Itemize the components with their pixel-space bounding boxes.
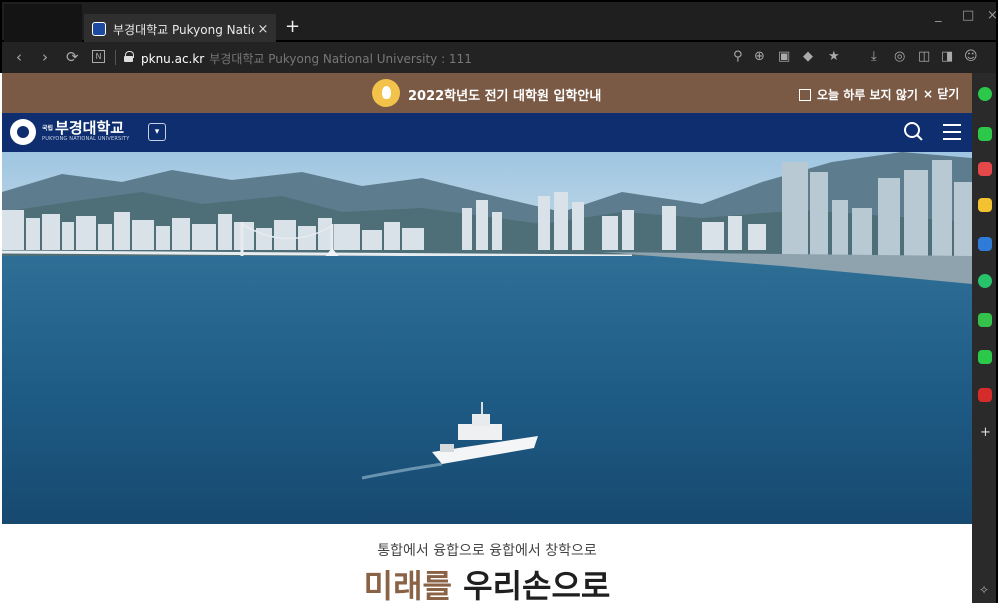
hamburger-menu-icon[interactable] [943,124,961,140]
tab-strip-dark-area [4,4,82,42]
site-dropdown-button[interactable]: ▾ [148,123,166,141]
sidebar-toggle-icon[interactable]: ◫ [918,49,930,64]
toolbar-separator [115,50,116,65]
website-viewport: 2022학년도 전기 대학원 입학안내 오늘 하루 보지 않기 × 닫기 국립 부… [2,73,972,603]
notice-badge-icon [372,79,400,107]
news-icon[interactable] [978,388,992,402]
maximize-button[interactable]: □ [962,8,974,23]
chat-icon[interactable] [978,127,992,141]
checkbox-box[interactable] [799,88,811,101]
split-view-icon[interactable]: ◨ [941,49,953,64]
slogan-subtitle: 통합에서 융합으로 융합에서 창학으로 [377,543,597,559]
translate-icon[interactable] [978,237,992,251]
hero-slider [2,152,972,524]
back-button[interactable]: ‹ [16,48,22,66]
screenshot-icon[interactable]: ◎ [894,49,905,64]
download-icon[interactable]: ⤓ [871,49,877,64]
slogan-title-part1: 미래를 [363,567,452,603]
intro-section: 통합에서 융합으로 융합에서 창학으로 미래를 우리손으로 [2,524,972,603]
logo-name: 국립 부경대학교 [42,119,125,137]
key-icon[interactable]: ⚲ [733,49,743,64]
cast-icon[interactable]: ▣ [778,49,790,64]
minimize-button[interactable]: _ [935,8,942,23]
university-logo[interactable]: 국립 부경대학교 PUKYONG NATIONAL UNIVERSITY [10,119,130,145]
add-panel-button[interactable]: + [980,425,991,440]
shield-icon[interactable]: ◆ [803,49,813,64]
lock-icon[interactable] [124,51,134,62]
pin-icon[interactable]: ✧ [979,583,989,597]
browser-tab-bar: 부경대학교 Pukyong National U × + _ □ × [0,0,998,44]
bookmark-star-icon[interactable]: ★ [828,49,840,64]
site-header: 국립 부경대학교 PUKYONG NATIONAL UNIVERSITY ▾ [2,113,972,152]
reader-mode-icon[interactable]: N [92,50,105,63]
slogan-title: 미래를 우리손으로 [2,561,972,603]
play-icon[interactable] [978,274,992,288]
profile-icon[interactable]: ☺ [964,49,978,64]
forward-button[interactable]: › [42,48,48,66]
reload-button[interactable]: ⟳ [66,48,79,66]
search-icon[interactable] [904,122,922,140]
browser-side-panel: + ✧ [972,73,998,603]
tab-title: 부경대학교 Pukyong National U [113,22,254,37]
star-icon[interactable] [978,198,992,212]
logo-english: PUKYONG NATIONAL UNIVERSITY [42,136,130,142]
message-icon[interactable] [978,350,992,364]
zoom-icon[interactable]: ⊕ [754,49,765,64]
site-favicon-icon [92,22,106,36]
hero-image-busan-harbor [2,152,972,524]
university-emblem-icon [10,119,36,145]
address-bar: ‹ › ⟳ N pknu.ac.kr 부경대학교 Pukyong National… [0,42,998,73]
new-tab-button[interactable]: + [285,16,300,37]
url-page-title: 부경대학교 Pukyong National University : 111 [209,52,472,66]
url-domain: pknu.ac.kr [141,52,205,66]
line-icon[interactable] [978,313,992,327]
slogan-title-part2: 우리손으로 [463,567,611,603]
dont-show-today-label: 오늘 하루 보지 않기 [817,88,918,102]
close-window-button[interactable]: × [987,8,998,23]
green-ring-icon[interactable] [978,87,992,101]
tab-close-button[interactable]: × [254,22,272,37]
pocket-icon[interactable] [978,162,992,176]
browser-tab-active[interactable]: 부경대학교 Pukyong National U × [84,14,276,44]
notice-bar: 2022학년도 전기 대학원 입학안내 오늘 하루 보지 않기 × 닫기 [2,73,972,113]
dont-show-today-checkbox[interactable]: 오늘 하루 보지 않기 [799,86,918,103]
url-field[interactable]: pknu.ac.kr 부경대학교 Pukyong National Univers… [141,50,472,67]
notice-link[interactable]: 2022학년도 전기 대학원 입학안내 [408,85,601,104]
logo-text-block: 국립 부경대학교 PUKYONG NATIONAL UNIVERSITY [42,121,130,143]
notice-close-button[interactable]: × 닫기 [923,85,959,102]
